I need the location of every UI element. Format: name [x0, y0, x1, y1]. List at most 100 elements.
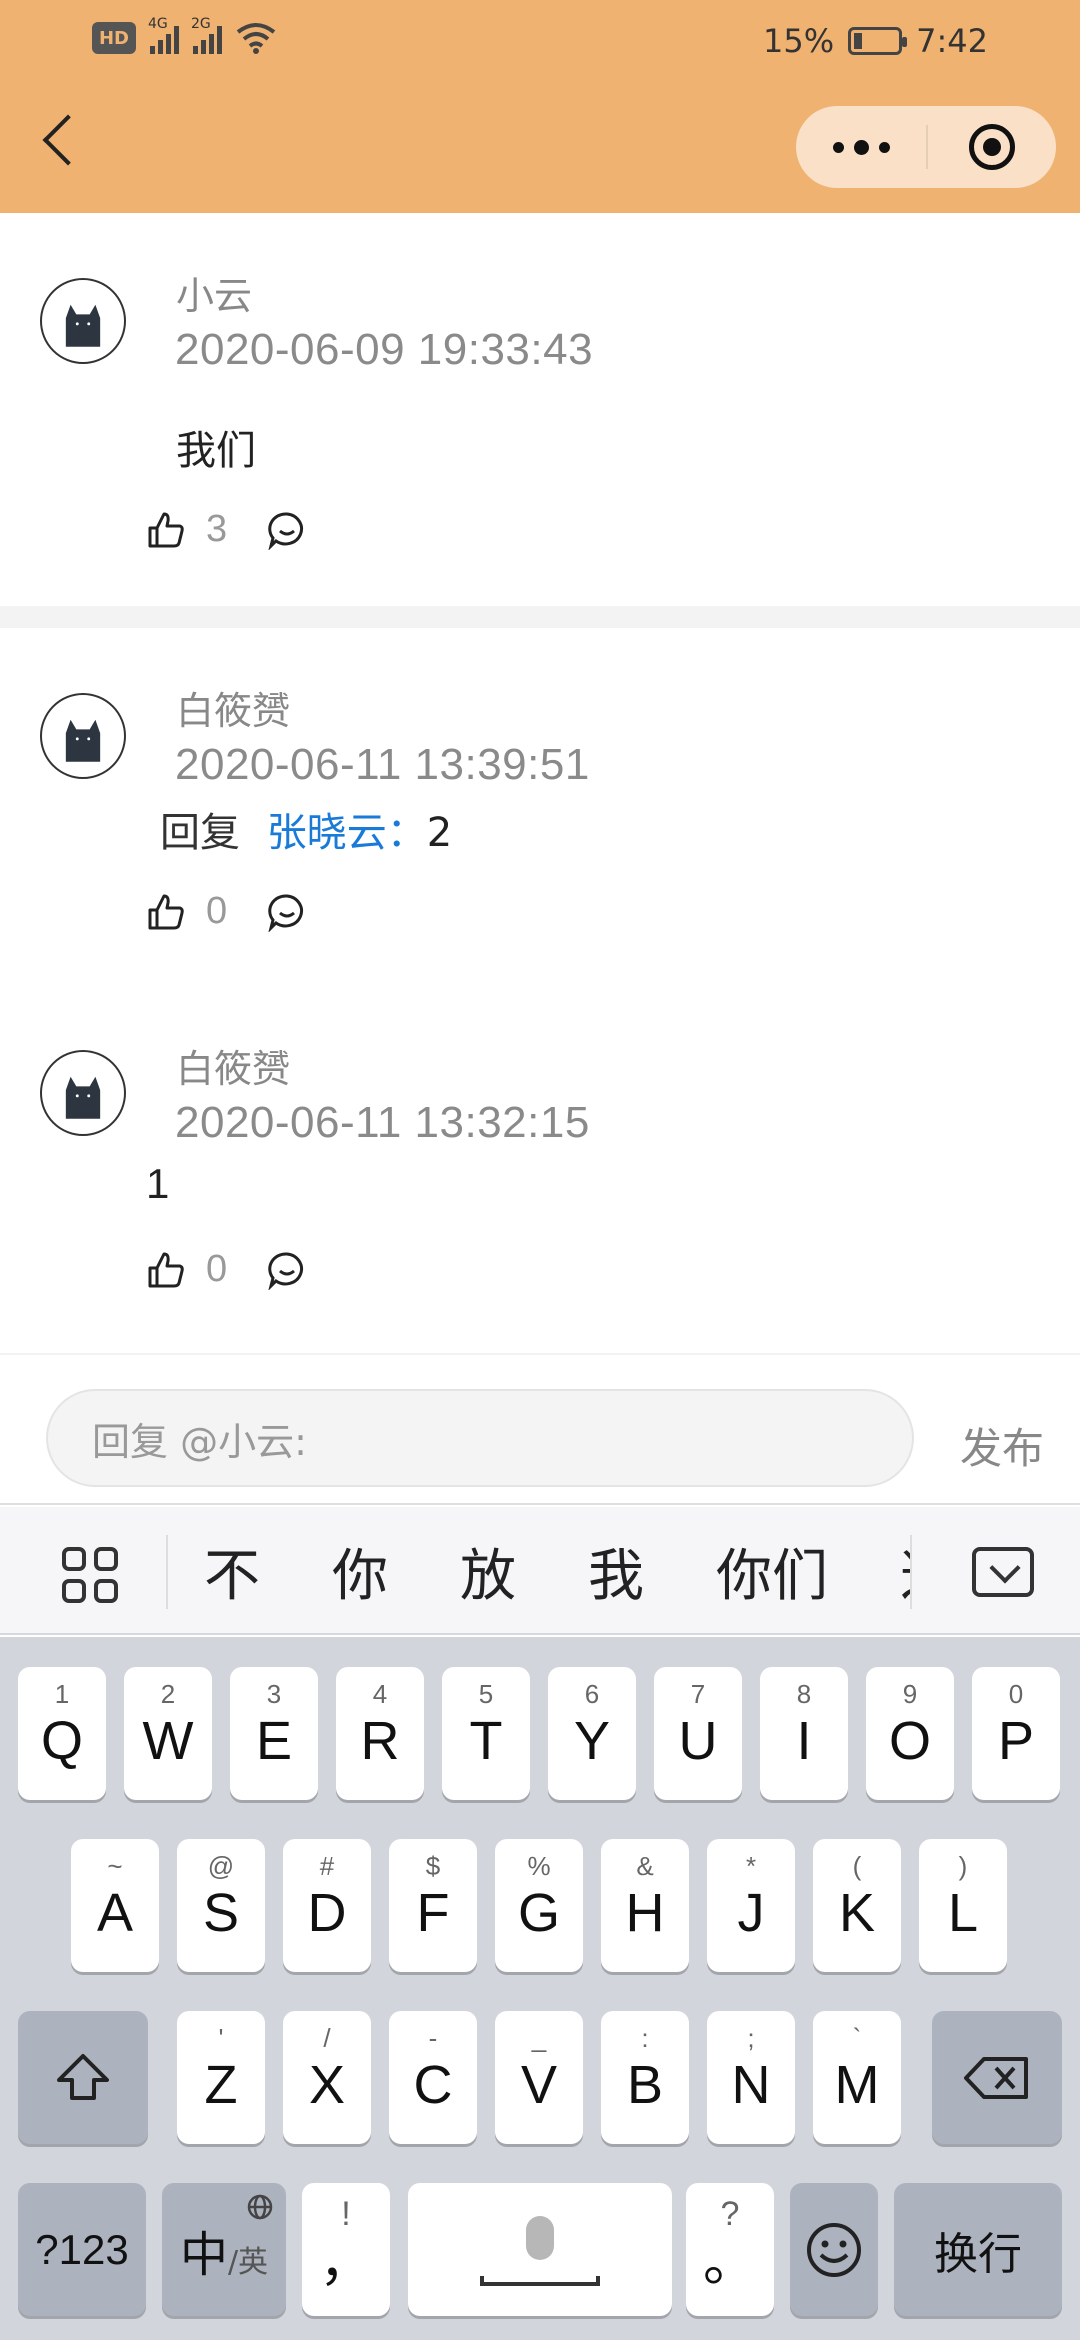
key-label: L [947, 1882, 979, 1943]
key-a[interactable]: ~ A [71, 1839, 159, 1972]
key-l[interactable]: ) L [919, 1839, 1007, 1972]
reply-icon[interactable] [267, 1250, 307, 1290]
like-icon[interactable] [146, 1250, 186, 1290]
language-key[interactable]: 中/英 [162, 2183, 286, 2316]
key-sub: 9 [902, 1679, 918, 1709]
key-label: E [255, 1710, 293, 1771]
key-x[interactable]: / X [283, 2011, 371, 2144]
key-label: C [413, 2054, 453, 2115]
reply-bar: 回复 @小云: 发布 [0, 1355, 1080, 1505]
key-label: 中 [179, 2226, 228, 2283]
symbol-key[interactable]: ?123 [18, 2183, 146, 2316]
clock: 7:42 [916, 22, 988, 60]
key-k[interactable]: (K [813, 1839, 901, 1972]
key-c[interactable]: -C [389, 2011, 477, 2144]
shift-icon [57, 2053, 109, 2100]
key-sub: / [323, 2023, 331, 2053]
comment-actions: 3 [146, 508, 307, 551]
key-u[interactable]: 7U [654, 1667, 742, 1800]
key-i[interactable]: 8I [760, 1667, 848, 1800]
key-label: B [626, 2054, 664, 2115]
avatar[interactable] [40, 693, 126, 779]
reply-target-link[interactable]: 张晓云： [267, 810, 427, 856]
back-icon[interactable] [42, 114, 94, 166]
key-t[interactable]: 5T [442, 1667, 530, 1800]
space-icon [480, 2276, 600, 2286]
comment-text: 1 [146, 1160, 170, 1207]
battery-percent: 15% [763, 22, 835, 60]
key-m[interactable]: ` M [813, 2011, 901, 2144]
key-n[interactable]: ; N [707, 2011, 795, 2144]
comment-text-row: 回复 张晓云：2 [160, 800, 452, 858]
candidate-item[interactable]: 这 [900, 1531, 910, 1612]
reply-icon[interactable] [267, 510, 307, 550]
key-p[interactable]: 0P [972, 1667, 1060, 1800]
like-count: 3 [206, 508, 228, 550]
key-label: R [360, 1710, 400, 1771]
more-button[interactable] [796, 106, 926, 188]
reply-input[interactable]: 回复 @小云: [46, 1389, 914, 1487]
key-sub: 1 [54, 1679, 70, 1709]
publish-button[interactable]: 发布 [960, 1415, 1044, 1476]
status-right: 15% 7:42 [763, 22, 988, 60]
key-v[interactable]: _ V [495, 2011, 583, 2144]
key-g[interactable]: % G [495, 1839, 583, 1972]
candidate-item[interactable]: 你们 [716, 1531, 828, 1612]
candidate-item[interactable]: 放 [460, 1531, 516, 1612]
close-target-button[interactable] [928, 106, 1056, 188]
candidate-item[interactable]: 我 [588, 1531, 644, 1612]
enter-key[interactable]: 换行 [894, 2183, 1062, 2316]
microphone-icon[interactable] [526, 2215, 554, 2260]
emoji-key[interactable] [790, 2183, 878, 2316]
comment-time: 2020-06-09 19:33:43 [175, 325, 594, 374]
key-w[interactable]: 2W [124, 1667, 212, 1800]
key-f[interactable]: $ F [389, 1839, 477, 1972]
space-key[interactable] [408, 2183, 672, 2316]
key-sub: ! [341, 2195, 351, 2233]
hd-icon: HD [92, 22, 136, 54]
keyboard: 1Q 2W 3E 4R 5T 6Y 7U 8I 9O 0P ~ A @ S # D $… [0, 1637, 1080, 2340]
key-label: ?123 [35, 2225, 129, 2273]
key-s[interactable]: @ S [177, 1839, 265, 1972]
like-count: 0 [206, 890, 228, 932]
candidate-item[interactable]: 你 [332, 1531, 388, 1612]
globe-icon [247, 2194, 273, 2220]
key-b[interactable]: :B [601, 2011, 689, 2144]
key-sub: $ [425, 1851, 441, 1881]
key-label: P [997, 1710, 1035, 1771]
comment-author: 白筱赟 [176, 1047, 291, 1091]
wifi-icon [236, 23, 276, 54]
key-sub: _ [531, 2023, 547, 2053]
key-sub: ; [747, 2023, 755, 2053]
signal-icon-2: 2G [191, 16, 222, 54]
miniprogram-capsule [796, 106, 1056, 188]
like-icon[interactable] [146, 510, 186, 550]
backspace-key[interactable] [932, 2011, 1062, 2144]
key-o[interactable]: 9O [866, 1667, 954, 1800]
like-icon[interactable] [146, 892, 186, 932]
backspace-icon [964, 2056, 1028, 2099]
key-sub: 3 [266, 1679, 282, 1709]
avatar[interactable] [40, 1050, 126, 1136]
collapse-keyboard-icon[interactable] [972, 1547, 1034, 1597]
avatar[interactable] [40, 278, 126, 364]
shift-key[interactable] [18, 2011, 148, 2144]
period-key[interactable]: ?。 [686, 2183, 774, 2316]
reply-icon[interactable] [267, 892, 307, 932]
key-j[interactable]: * J [707, 1839, 795, 1972]
key-sub: * [745, 1851, 757, 1881]
key-z[interactable]: ' Z [177, 2011, 265, 2144]
key-sub: 5 [478, 1679, 494, 1709]
candidate-item[interactable]: 不 [204, 1531, 260, 1612]
key-h[interactable]: & H [601, 1839, 689, 1972]
key-y[interactable]: 6Y [548, 1667, 636, 1800]
grid-menu-icon[interactable] [62, 1547, 118, 1603]
key-e[interactable]: 3E [230, 1667, 318, 1800]
key-d[interactable]: # D [283, 1839, 371, 1972]
key-sub: 7 [690, 1679, 706, 1709]
key-q[interactable]: 1Q [18, 1667, 106, 1800]
key-sub: - [428, 2023, 438, 2053]
comment-time: 2020-06-11 13:39:51 [175, 740, 590, 789]
key-r[interactable]: 4R [336, 1667, 424, 1800]
comma-key[interactable]: !， [302, 2183, 390, 2316]
